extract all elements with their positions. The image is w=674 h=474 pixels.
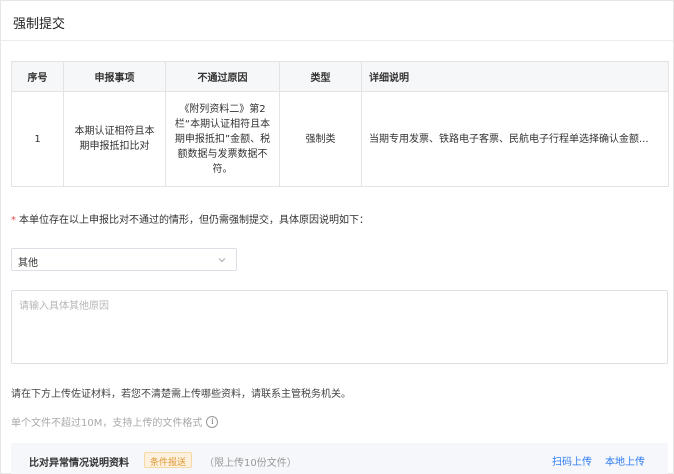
chevron-down-icon [218, 258, 226, 263]
cell-type: 强制类 [279, 91, 362, 187]
reason-label: * 本单位存在以上申报比对不通过的情形，但仍需强制提交，具体原因说明如下： [11, 211, 369, 226]
cell-item: 本期认证相符且本期申报抵扣比对 [63, 91, 166, 187]
reason-label-text: 本单位存在以上申报比对不通过的情形，但仍需强制提交，具体原因说明如下： [19, 215, 369, 226]
info-icon[interactable]: i [206, 415, 219, 428]
cell-index: 1 [11, 91, 64, 187]
col-header-item: 申报事项 [63, 61, 166, 92]
cell-detail[interactable]: 当期专用发票、铁路电子客票、民航电子行程单选择确认金额... [361, 91, 669, 187]
local-upload-button[interactable]: 本地上传 [605, 453, 645, 468]
col-header-index: 序号 [11, 61, 64, 92]
attachment-row: 比对异常情况说明资料 条件报送 （限上传10份文件） 扫码上传 本地上传 [11, 443, 668, 474]
cell-reason: 《附列资料二》第2栏“本期认证相符且本期申报抵扣”金额、税额数据与发票数据不符。 [165, 91, 280, 187]
upload-hint: 请在下方上传佐证材料，若您不清楚需上传哪些资料，请联系主管税务机关。 [11, 389, 351, 400]
file-size-hint: 单个文件不超过10M，支持上传的文件格式 i [11, 414, 219, 429]
scan-upload-button[interactable]: 扫码上传 [552, 453, 592, 468]
upload-limit: （限上传10份文件） [204, 458, 297, 469]
reason-select-value: 其他 [18, 258, 38, 269]
col-header-detail: 详细说明 [361, 61, 669, 92]
table-header-row: 序号 申报事项 不通过原因 类型 详细说明 [11, 61, 669, 92]
file-size-hint-text: 单个文件不超过10M，支持上传的文件格式 [11, 418, 203, 429]
reason-select[interactable]: 其他 [11, 248, 237, 271]
table-row: 1 本期认证相符且本期申报抵扣比对 《附列资料二》第2栏“本期认证相符且本期申报… [11, 91, 669, 187]
mismatch-table: 序号 申报事项 不通过原因 类型 详细说明 1 本期认证相符且本期申报抵扣比对 … [11, 61, 669, 187]
dialog-header: 强制提交 [1, 1, 673, 41]
reason-textarea[interactable] [11, 290, 668, 364]
conditional-tag: 条件报送 [144, 452, 193, 468]
dialog-title: 强制提交 [13, 17, 66, 32]
force-submit-dialog: 强制提交 序号 申报事项 不通过原因 类型 详细说明 1 本期认证相符且本期申报… [0, 0, 674, 474]
required-mark: * [11, 215, 16, 226]
attachment-name: 比对异常情况说明资料 [29, 458, 129, 469]
col-header-type: 类型 [279, 61, 362, 92]
col-header-reason: 不通过原因 [165, 61, 280, 92]
